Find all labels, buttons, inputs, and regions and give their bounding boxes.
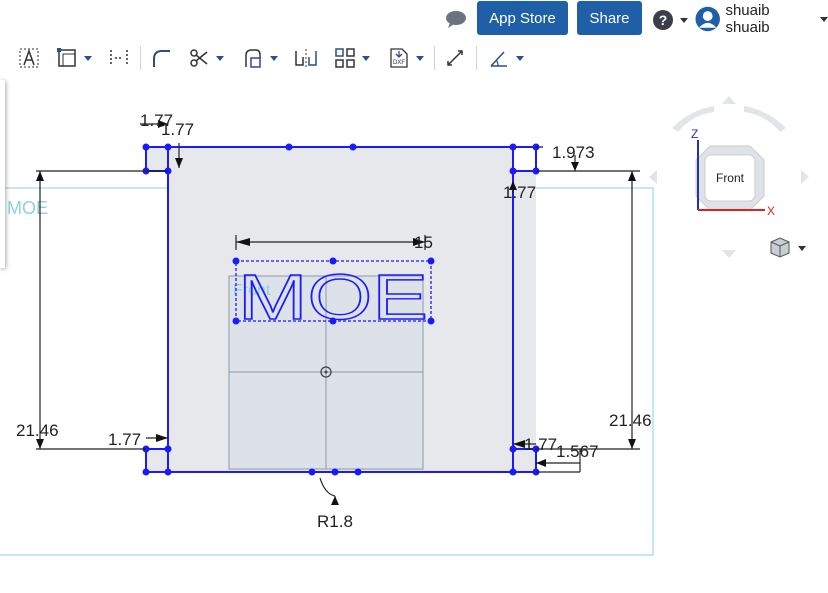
question-circle-icon: ?	[653, 10, 673, 30]
midpoint-line-icon	[110, 50, 128, 66]
view-mode-menu[interactable]	[770, 237, 806, 258]
view-cube[interactable]: Front Z X	[649, 96, 809, 258]
avatar-icon	[695, 6, 720, 32]
dimension-label[interactable]: 21.46	[16, 421, 59, 440]
dimension-icon	[447, 50, 463, 66]
mirror-tool[interactable]	[294, 45, 318, 71]
fillet-icon	[153, 50, 170, 67]
pattern-tool[interactable]	[334, 45, 370, 71]
rotate-right-arrow[interactable]	[801, 170, 809, 184]
x-axis-label: X	[767, 204, 775, 218]
toolbar-divider	[476, 46, 477, 70]
svg-text:DXF: DXF	[393, 60, 405, 66]
toolbar-divider	[434, 46, 435, 70]
constraint-tool[interactable]	[488, 45, 524, 71]
sketch-toolbar: DXF	[0, 40, 828, 78]
constraint-icon	[490, 51, 507, 67]
sketch-canvas[interactable]: MOE Front MOE 1.77 1.77 1.973 1.77 15 21…	[0, 80, 828, 593]
chevron-down-icon	[820, 16, 828, 22]
trim-tool[interactable]	[188, 45, 224, 71]
midpoint-line-tool[interactable]	[108, 45, 130, 71]
dimension-tool[interactable]	[444, 45, 466, 71]
help-menu[interactable]: ?	[652, 9, 688, 31]
text-tool[interactable]	[18, 45, 40, 71]
dimension-label[interactable]: 1.77	[161, 120, 194, 139]
chevron-down-icon	[516, 55, 524, 61]
chevron-down-icon	[270, 55, 278, 61]
dimension-label[interactable]: 1.973	[552, 143, 595, 162]
offset-icon	[245, 49, 261, 68]
chevron-down-icon	[680, 18, 688, 23]
user-name: shuaib shuaib	[725, 2, 770, 36]
dimension-label[interactable]: 1.77	[108, 430, 141, 449]
rotate-up-arrow[interactable]	[722, 96, 736, 104]
app-store-button[interactable]: App Store	[477, 1, 568, 35]
left-panel-edge[interactable]	[0, 80, 5, 268]
svg-text:?: ?	[659, 12, 668, 28]
trim-icon	[190, 49, 208, 67]
dxf-import-icon: DXF	[390, 48, 408, 68]
app-store-label: App Store	[489, 9, 556, 27]
fillet-tool[interactable]	[150, 45, 172, 71]
dimension-label[interactable]: 1.77	[503, 183, 536, 202]
chevron-down-icon	[798, 246, 806, 251]
mirror-icon	[295, 49, 317, 67]
rotate-left-arrow[interactable]	[649, 170, 657, 184]
chevron-down-icon	[84, 55, 92, 61]
chevron-down-icon	[216, 55, 224, 61]
dimension-label[interactable]: 15	[414, 233, 433, 252]
rotate-down-arrow[interactable]	[722, 250, 736, 258]
dimension-label[interactable]: 1.567	[556, 442, 599, 461]
rotate-right-arc[interactable]	[744, 106, 786, 132]
toolbar-divider	[140, 46, 141, 70]
dimension-label[interactable]: 1.77	[524, 435, 557, 454]
origin-dot	[324, 370, 328, 374]
offset-tool[interactable]	[242, 45, 278, 71]
dimension-label[interactable]: R1.8	[317, 512, 353, 531]
text-icon	[19, 48, 39, 68]
top-bar: App Store Share ? shuaib shuaib	[0, 0, 828, 38]
share-label: Share	[589, 9, 630, 27]
chevron-down-icon	[416, 55, 424, 61]
share-button[interactable]: Share	[577, 1, 642, 35]
chevron-down-icon	[362, 55, 370, 61]
pattern-icon	[335, 48, 355, 68]
cube-face-label: Front	[716, 171, 745, 185]
rectangle-tool[interactable]	[56, 45, 92, 71]
dxf-import-tool[interactable]: DXF	[388, 45, 424, 71]
plane-label: MOE	[7, 198, 48, 218]
rectangle-icon	[57, 48, 76, 67]
z-axis-label: Z	[691, 127, 698, 141]
user-menu[interactable]: shuaib shuaib	[695, 2, 828, 36]
speech-bubble-icon[interactable]	[444, 9, 468, 29]
dimension-label[interactable]: 21.46	[609, 411, 652, 430]
